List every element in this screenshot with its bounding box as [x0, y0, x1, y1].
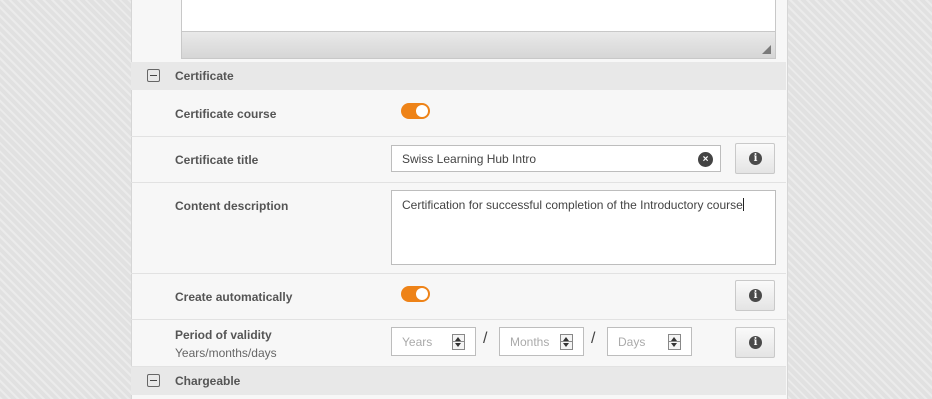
info-circle-icon: i: [749, 336, 762, 349]
field-label: Period of validity: [175, 328, 272, 342]
years-placeholder: Years: [402, 335, 433, 349]
field-label: Content description: [175, 199, 289, 213]
certificate-course-toggle[interactable]: [401, 103, 430, 119]
clear-circle-icon[interactable]: ×: [698, 152, 713, 167]
certificate-title-input[interactable]: Swiss Learning Hub Intro ×: [391, 145, 721, 172]
field-label: Certificate title: [175, 153, 259, 167]
section-title: Chargeable: [175, 374, 241, 388]
textarea-value: Certification for successful completion …: [402, 198, 743, 212]
separator: /: [483, 330, 488, 347]
editor-status-bar: [182, 31, 775, 58]
create-automatically-toggle[interactable]: [401, 286, 430, 302]
info-circle-icon: i: [749, 289, 762, 302]
days-placeholder: Days: [618, 335, 646, 349]
minus-square-icon[interactable]: [147, 69, 160, 82]
section-title: Certificate: [175, 69, 234, 83]
resize-grip-icon[interactable]: [762, 45, 771, 54]
period-of-validity-info-button[interactable]: i: [735, 327, 775, 358]
input-value: Swiss Learning Hub Intro: [402, 152, 537, 166]
separator: /: [591, 330, 596, 347]
section-header-chargeable[interactable]: Chargeable: [131, 367, 786, 395]
months-placeholder: Months: [510, 335, 550, 349]
info-circle-icon: i: [749, 152, 762, 165]
minus-square-icon[interactable]: [147, 374, 160, 387]
stepper-icon[interactable]: [668, 334, 681, 350]
content-description-textarea[interactable]: Certification for successful completion …: [391, 190, 776, 265]
certificate-title-info-button[interactable]: i: [735, 143, 775, 174]
rich-text-editor[interactable]: [181, 0, 776, 59]
stepper-icon[interactable]: [560, 334, 573, 350]
row-create-automatically: Create automatically i: [131, 274, 786, 320]
stepper-icon[interactable]: [452, 334, 465, 350]
years-input[interactable]: Years: [391, 327, 476, 356]
field-label: Certificate course: [175, 107, 277, 121]
create-automatically-info-button[interactable]: i: [735, 280, 775, 311]
text-caret: [742, 198, 744, 211]
row-certificate-title: Certificate title Swiss Learning Hub Int…: [131, 137, 786, 183]
row-content-description: Content description Certification for su…: [131, 183, 786, 274]
field-label: Create automatically: [175, 290, 293, 304]
days-input[interactable]: Days: [607, 327, 692, 356]
section-header-certificate[interactable]: Certificate: [131, 62, 786, 90]
months-input[interactable]: Months: [499, 327, 584, 356]
row-certificate-course: Certificate course: [131, 90, 786, 137]
field-sublabel: Years/months/days: [175, 346, 277, 360]
